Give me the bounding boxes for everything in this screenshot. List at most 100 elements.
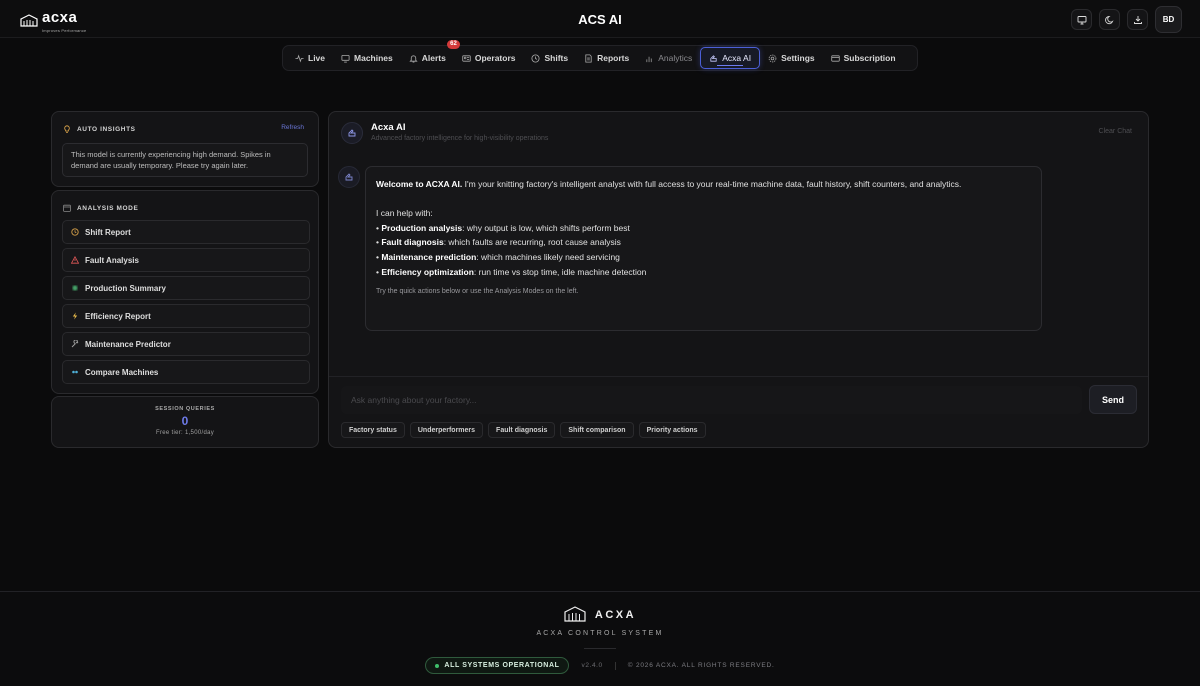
grid-icon	[72, 285, 78, 291]
mode-shift-report-button[interactable]: Shift Report	[62, 220, 310, 244]
help-item-title: Fault diagnosis	[381, 237, 444, 248]
mode-label: Shift Report	[85, 227, 131, 237]
mode-maintenance-predictor-button[interactable]: Maintenance Predictor	[62, 332, 310, 356]
top-header: acxa Improves Performance ACS AI BD	[0, 0, 1200, 38]
tab-reports[interactable]: Reports	[576, 47, 637, 69]
tab-label: Acxa AI	[722, 53, 752, 63]
tab-alerts[interactable]: Alerts 62	[401, 40, 460, 69]
tab-label: Live	[308, 53, 326, 63]
tab-shifts[interactable]: Shifts	[523, 47, 576, 69]
tab-analytics[interactable]: Analytics	[637, 47, 700, 69]
mode-production-summary-button[interactable]: Production Summary	[62, 276, 310, 300]
download-button[interactable]	[1127, 9, 1148, 30]
footer-subtitle: ACXA CONTROL SYSTEM	[536, 630, 664, 637]
help-item-text: : which machines likely need servicing	[476, 251, 620, 262]
chat-title: Acxa AI	[371, 122, 406, 133]
ai-spark-icon	[348, 129, 356, 137]
insight-message: This model is currently experiencing hig…	[62, 143, 308, 177]
chat-subtitle: Advanced factory intelligence for high-v…	[371, 135, 549, 142]
help-item-title: Efficiency optimization	[381, 266, 474, 277]
welcome-paragraph: Welcome to ACXA AI. I'm your knitting fa…	[376, 177, 1031, 192]
theme-toggle-button[interactable]	[1099, 9, 1120, 30]
tab-subscription[interactable]: Subscription	[823, 47, 904, 69]
display-button[interactable]	[1071, 9, 1092, 30]
tab-label: Machines	[354, 53, 393, 63]
help-item-title: Maintenance prediction	[381, 251, 477, 262]
tab-label: Reports	[597, 53, 630, 63]
page-title: ACS AI	[578, 12, 622, 27]
tab-machines[interactable]: Machines	[333, 47, 401, 69]
chat-input[interactable]	[341, 386, 1082, 414]
mode-compare-machines-button[interactable]: Compare Machines	[62, 360, 310, 384]
status-dot-icon	[435, 663, 440, 668]
help-item: • Maintenance prediction: which machines…	[376, 251, 620, 262]
tab-label: Shifts	[544, 53, 569, 63]
mode-label: Maintenance Predictor	[85, 339, 171, 349]
send-button[interactable]: Send	[1089, 385, 1137, 414]
quick-action-underperformers[interactable]: Underperformers	[409, 422, 484, 438]
document-icon	[585, 53, 592, 63]
mode-label: Compare Machines	[85, 367, 159, 377]
analysis-mode-panel: ANALYSIS MODE Shift Report Fault Analysi…	[51, 190, 319, 394]
help-intro: I can help with:	[376, 208, 433, 219]
mode-label: Efficiency Report	[85, 311, 151, 321]
warning-icon	[71, 256, 79, 264]
wrench-icon	[71, 340, 79, 348]
ai-avatar	[341, 122, 363, 144]
quick-actions: Factory status Underperformers Fault dia…	[341, 422, 706, 438]
tab-acxa-ai[interactable]: Acxa AI	[700, 47, 761, 69]
quick-action-priority-actions[interactable]: Priority actions	[638, 422, 706, 438]
help-item-text: : run time vs stop time, idle machine de…	[473, 266, 647, 277]
main-nav: Live Machines Alerts 62 Operators Shifts…	[282, 40, 918, 71]
session-label: SESSION QUERIES	[155, 406, 215, 412]
help-item-text: : which faults are recurring, root cause…	[443, 237, 621, 248]
monitor-icon	[1077, 15, 1086, 24]
mode-efficiency-report-button[interactable]: Efficiency Report	[62, 304, 310, 328]
tab-live[interactable]: Live	[287, 47, 333, 69]
welcome-bold: Welcome to ACXA AI.	[376, 179, 463, 189]
mode-fault-analysis-button[interactable]: Fault Analysis	[62, 248, 310, 272]
session-count: 0	[181, 414, 189, 428]
bell-icon	[409, 54, 418, 63]
refresh-link[interactable]: Refresh	[281, 124, 304, 131]
quick-action-fault-diagnosis[interactable]: Fault diagnosis	[488, 422, 556, 438]
quick-action-factory-status[interactable]: Factory status	[341, 422, 405, 438]
bot-message-avatar	[338, 166, 360, 188]
pulse-icon	[295, 54, 304, 62]
logo-tagline: Improves Performance	[42, 28, 87, 33]
tab-label: Operators	[474, 53, 516, 63]
welcome-message: Welcome to ACXA AI. I'm your knitting fa…	[365, 166, 1042, 331]
calendar-icon	[63, 204, 71, 212]
status-text: ALL SYSTEMS OPERATIONAL	[444, 662, 560, 669]
chat-panel: Acxa AI Advanced factory intelligence fo…	[328, 111, 1149, 448]
tab-label: Analytics	[658, 53, 693, 63]
tab-label: Alerts	[421, 53, 446, 63]
clear-chat-button[interactable]: Clear Chat	[1099, 128, 1132, 135]
tab-operators[interactable]: Operators	[454, 47, 524, 69]
tab-label: Settings	[781, 53, 815, 63]
mode-label: Fault Analysis	[85, 255, 139, 265]
ai-spark-icon	[710, 54, 717, 62]
system-status-badge: ALL SYSTEMS OPERATIONAL	[425, 657, 570, 674]
footer-separator	[614, 661, 616, 670]
help-item: • Fault diagnosis: which faults are recu…	[376, 237, 621, 248]
id-card-icon	[462, 54, 471, 62]
insights-title: AUTO INSIGHTS	[77, 125, 136, 133]
tab-settings[interactable]: Settings	[760, 47, 823, 69]
lightning-icon	[72, 312, 78, 320]
help-item-text: : why output is low, which shifts perfor…	[462, 222, 630, 233]
version-label: v2.4.0	[581, 662, 603, 669]
help-item-title: Production analysis	[381, 222, 463, 233]
monitor-icon	[341, 54, 350, 63]
quick-action-shift-comparison[interactable]: Shift comparison	[560, 422, 634, 438]
card-icon	[830, 54, 840, 62]
analysis-mode-title: ANALYSIS MODE	[77, 204, 139, 212]
welcome-text: I'm your knitting factory's intelligent …	[462, 179, 962, 189]
bar-chart-icon	[646, 56, 652, 62]
session-tier: Free tier: 1,500/day	[155, 430, 215, 436]
chat-divider	[329, 376, 1148, 377]
compare-icon	[72, 370, 78, 374]
user-avatar[interactable]: BD	[1155, 6, 1182, 33]
clock-icon	[71, 228, 79, 236]
ai-spark-icon	[345, 173, 353, 181]
